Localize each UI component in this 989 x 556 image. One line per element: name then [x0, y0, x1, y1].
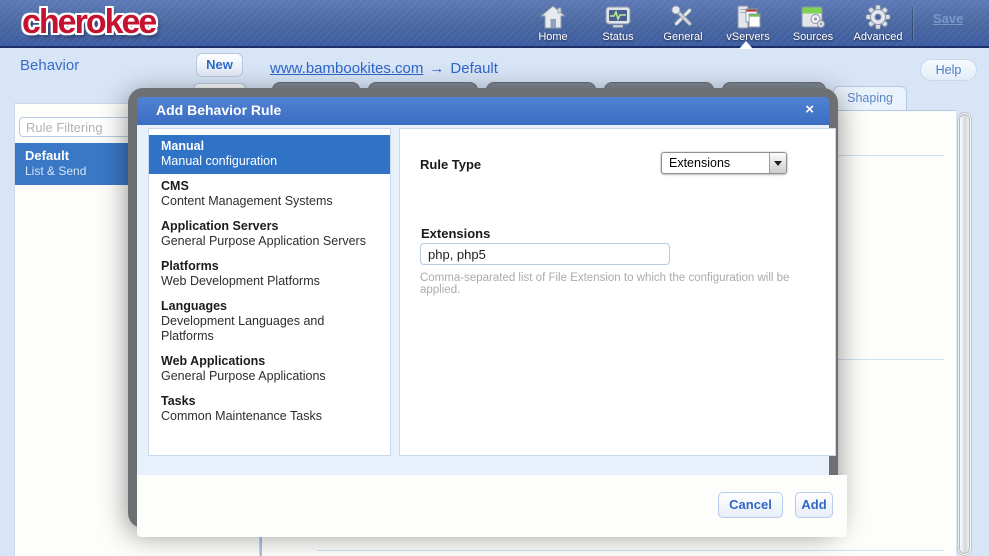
- category-item-tasks[interactable]: Tasks Common Maintenance Tasks: [149, 390, 390, 429]
- scrollbar-track[interactable]: [957, 112, 972, 556]
- nav-divider: [912, 7, 913, 41]
- extensions-help-text: Comma-separated list of File Extension t…: [420, 272, 825, 296]
- category-title: Tasks: [161, 394, 378, 409]
- dialog-body: Manual Manual configuration CMS Content …: [137, 125, 847, 475]
- cancel-button[interactable]: Cancel: [718, 492, 783, 518]
- nav-label: Sources: [793, 31, 833, 43]
- nav-item-advanced[interactable]: Advanced: [849, 4, 907, 43]
- rule-type-selected-value: Extensions: [662, 153, 769, 173]
- status-icon: [605, 4, 631, 30]
- category-item-application-servers[interactable]: Application Servers General Purpose Appl…: [149, 215, 390, 254]
- category-subtitle: General Purpose Application Servers: [161, 234, 378, 249]
- breadcrumb: www.bambookites.com → Default: [270, 60, 498, 77]
- top-nav-bar: cherokee Home Status: [0, 0, 989, 48]
- nav-label: Advanced: [854, 31, 903, 43]
- add-behavior-rule-dialog: Add Behavior Rule × Manual Manual config…: [128, 88, 838, 528]
- category-title: Web Applications: [161, 354, 378, 369]
- active-section-indicator: [739, 41, 753, 49]
- help-button[interactable]: Help: [920, 59, 977, 81]
- save-link[interactable]: Save: [933, 11, 963, 26]
- category-subtitle: Development Languages and Platforms: [161, 314, 378, 344]
- rule-type-select[interactable]: Extensions: [661, 152, 787, 174]
- nav-label: General: [663, 31, 702, 43]
- category-subtitle: Content Management Systems: [161, 194, 378, 209]
- sources-icon: [800, 4, 826, 30]
- rule-form-panel: Rule Type Extensions Extensions Comma-se…: [399, 128, 836, 456]
- home-icon: [540, 4, 566, 30]
- category-subtitle: General Purpose Applications: [161, 369, 378, 384]
- category-subtitle: Manual configuration: [161, 154, 378, 169]
- nav-item-general[interactable]: General: [654, 4, 712, 43]
- category-title: Application Servers: [161, 219, 378, 234]
- nav-label: Status: [602, 31, 633, 43]
- close-icon[interactable]: ×: [805, 101, 814, 118]
- scrollbar-thumb[interactable]: [959, 114, 970, 554]
- category-title: Manual: [161, 139, 378, 154]
- vservers-icon: [735, 4, 761, 30]
- cherokee-admin-app: cherokee Home Status: [0, 0, 989, 556]
- general-icon: [670, 4, 696, 30]
- cherokee-logo[interactable]: cherokee: [22, 3, 155, 42]
- category-item-platforms[interactable]: Platforms Web Development Platforms: [149, 255, 390, 294]
- category-subtitle: Common Maintenance Tasks: [161, 409, 378, 424]
- nav-item-status[interactable]: Status: [589, 4, 647, 43]
- extensions-label: Extensions: [421, 226, 490, 241]
- rule-category-list: Manual Manual configuration CMS Content …: [148, 128, 391, 456]
- extensions-input[interactable]: [420, 243, 670, 265]
- category-item-web-applications[interactable]: Web Applications General Purpose Applica…: [149, 350, 390, 389]
- nav-item-sources[interactable]: Sources: [784, 4, 842, 43]
- section-divider: [317, 550, 944, 551]
- nav-item-home[interactable]: Home: [524, 4, 582, 43]
- select-dropdown-button[interactable]: [769, 153, 786, 173]
- new-rule-button[interactable]: New: [196, 53, 243, 77]
- breadcrumb-site-link[interactable]: www.bambookites.com: [270, 60, 423, 77]
- chevron-down-icon: [774, 161, 782, 166]
- add-button[interactable]: Add: [795, 492, 833, 518]
- tab-shaping[interactable]: Shaping: [833, 86, 907, 111]
- category-title: Platforms: [161, 259, 378, 274]
- nav-items: Home Status: [524, 4, 907, 43]
- breadcrumb-current-page: Default: [450, 60, 498, 77]
- category-item-cms[interactable]: CMS Content Management Systems: [149, 175, 390, 214]
- advanced-icon: [865, 4, 891, 30]
- breadcrumb-arrow: →: [429, 60, 444, 77]
- category-item-manual[interactable]: Manual Manual configuration: [149, 135, 390, 174]
- category-title: Languages: [161, 299, 378, 314]
- dialog-footer: Cancel Add: [137, 475, 847, 537]
- rule-type-label: Rule Type: [420, 157, 481, 172]
- category-item-languages[interactable]: Languages Development Languages and Plat…: [149, 295, 390, 349]
- dialog-title: Add Behavior Rule: [156, 102, 281, 118]
- category-title: CMS: [161, 179, 378, 194]
- dialog-header: Add Behavior Rule ×: [137, 97, 829, 125]
- nav-label: Home: [538, 31, 567, 43]
- page-title: Behavior: [20, 57, 79, 74]
- nav-item-vservers[interactable]: vServers: [719, 4, 777, 43]
- category-subtitle: Web Development Platforms: [161, 274, 378, 289]
